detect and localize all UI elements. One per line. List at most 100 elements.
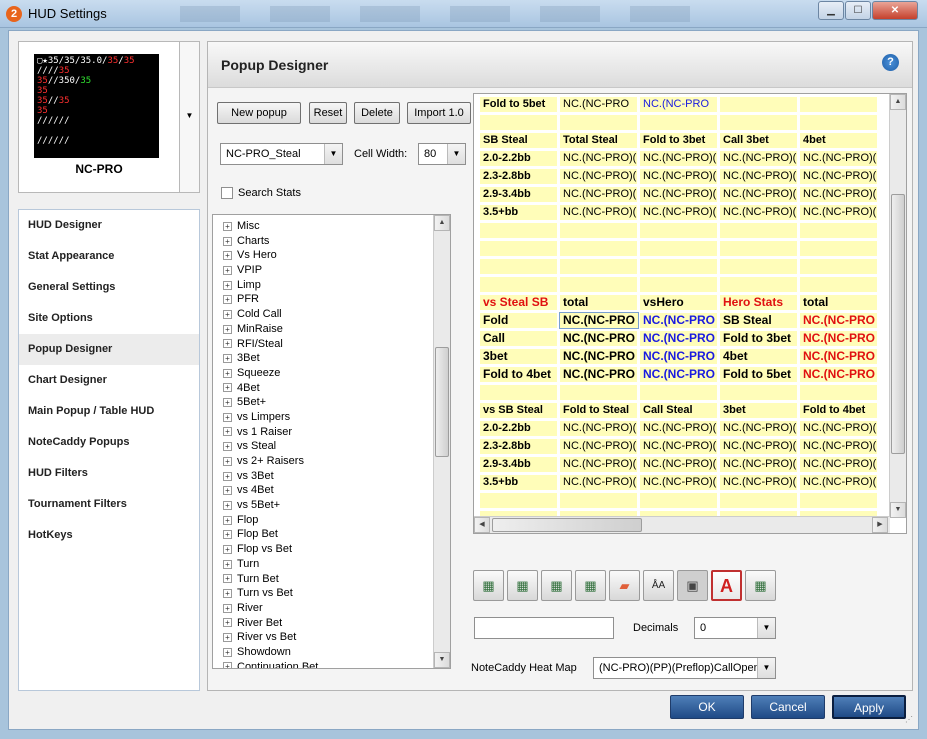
tree-node[interactable]: +4Bet [213,381,435,396]
grid-cell[interactable]: Call Steal [639,402,719,419]
tree-node[interactable]: + RFI/Steal [213,337,435,352]
expand-icon[interactable]: + [223,589,232,599]
grid-cell[interactable]: 4bet [719,348,799,365]
grid-cell[interactable] [799,492,879,509]
grid-cell[interactable] [639,114,719,131]
tree-vertical-scrollbar[interactable]: ▲ ▼ [433,215,450,668]
grid-cell[interactable] [799,114,879,131]
grid-cell[interactable]: 3bet [479,348,559,365]
insert-column-icon[interactable]: ▦ [541,570,572,601]
grid-cell[interactable]: NC.(NC-PRO)( [639,204,719,221]
grid-cell[interactable]: NC.(NC-PRO)( [799,168,879,185]
grid-cell[interactable]: NC.(NC-PRO [559,96,639,113]
grid-cell[interactable]: NC.(NC-PRO [799,312,879,329]
minimize-button[interactable]: ▁ [818,1,844,20]
grid-horizontal-scrollbar[interactable]: ◀ ▶ [474,516,890,533]
grid-vertical-scrollbar[interactable]: ▲ ▼ [889,94,906,518]
grid-cell[interactable]: 2.3-2.8bb [479,168,559,185]
grid-cell[interactable]: NC.(NC-PRO)( [559,186,639,203]
expand-icon[interactable]: + [223,486,232,496]
grid-cell[interactable]: total [559,294,639,311]
grid-cell[interactable]: NC.(NC-PRO)( [719,474,799,491]
hud-preview[interactable]: ▢★35/35/35.0/35/35////35 35//350/35 35 35//… [18,41,180,193]
grid-cell[interactable]: 3.5+bb [479,204,559,221]
grid-cell[interactable]: Fold to 3bet [639,132,719,149]
grid-cell[interactable]: Fold to 4bet [799,402,879,419]
grid-cell[interactable]: NC.(NC-PRO)( [559,438,639,455]
nav-item-popup-designer[interactable]: Popup Designer [19,334,199,365]
scroll-up-icon[interactable]: ▲ [434,215,450,231]
font-color-icon[interactable]: A [711,570,742,601]
grid-cell[interactable] [639,492,719,509]
grid-cell[interactable]: NC.(NC-PRO [639,330,719,347]
popup-select[interactable]: NC-PRO_Steal ▼ [220,143,343,165]
expand-icon[interactable]: + [223,500,232,510]
grid-cell[interactable]: total [799,294,879,311]
nav-item-hotkeys[interactable]: HotKeys [19,520,199,551]
tree-node[interactable]: + VPIP [213,263,435,278]
expand-icon[interactable]: + [223,309,232,319]
grid-cell[interactable]: NC.(NC-PRO [639,348,719,365]
grid-cell[interactable] [639,276,719,293]
expand-icon[interactable]: + [223,544,232,554]
expand-icon[interactable]: + [223,515,232,525]
expand-icon[interactable]: + [223,383,232,393]
expand-icon[interactable]: + [223,471,232,481]
nav-item-hud-filters[interactable]: HUD Filters [19,458,199,489]
grid-cell[interactable]: NC.(NC-PRO [639,312,719,329]
grid-cell[interactable]: NC.(NC-PRO)( [799,420,879,437]
grid-cell[interactable] [799,384,879,401]
grid-cell[interactable] [719,222,799,239]
grid-cell[interactable] [559,276,639,293]
expand-icon[interactable]: + [223,280,232,290]
grid-hscroll-thumb[interactable] [492,518,642,532]
grid-cell[interactable] [559,258,639,275]
expand-icon[interactable]: + [223,442,232,452]
grid-cell[interactable] [719,114,799,131]
grid-cell[interactable]: Fold to 5bet [479,96,559,113]
grid-cell[interactable]: NC.(NC-PRO [559,348,639,365]
tree-node[interactable]: + vs 1 Raiser [213,425,435,440]
grid-cell[interactable]: NC.(NC-PRO [799,348,879,365]
search-stats-checkbox[interactable] [221,187,233,199]
grid-cell[interactable]: NC.(NC-PRO)( [719,150,799,167]
grid-cell[interactable]: Fold [479,312,559,329]
grid-cell[interactable]: NC.(NC-PRO)( [799,186,879,203]
grid-cell[interactable]: Call 3bet [719,132,799,149]
tree-node[interactable]: + Charts [213,234,435,249]
grid-cell[interactable]: NC.(NC-PRO [559,312,639,329]
expand-icon[interactable]: + [223,633,232,643]
grid-cell[interactable]: vs Steal SB [479,294,559,311]
tree-node[interactable]: + Flop vs Bet [213,542,435,557]
grid-cell[interactable] [479,384,559,401]
tree-node[interactable]: + vs 2+ Raisers [213,454,435,469]
scroll-down-icon[interactable]: ▼ [890,502,906,518]
delete-button[interactable]: Delete [354,102,400,124]
tree-node[interactable]: + Limp [213,278,435,293]
grid-cell[interactable] [559,384,639,401]
expand-icon[interactable]: + [223,265,232,275]
grid-cell[interactable]: NC.(NC-PRO)( [639,474,719,491]
tree-node[interactable]: + Squeeze [213,366,435,381]
tree-node[interactable]: +3Bet [213,351,435,366]
delete-column-icon[interactable]: ▦ [575,570,606,601]
grid-cell[interactable]: NC.(NC-PRO [799,330,879,347]
expand-icon[interactable]: + [223,236,232,246]
grid-cell[interactable]: vsHero [639,294,719,311]
nav-item-stat-appearance[interactable]: Stat Appearance [19,241,199,272]
border-icon[interactable]: ▣ [677,570,708,601]
grid-cell[interactable]: Hero Stats [719,294,799,311]
grid-cell[interactable]: NC.(NC-PRO)( [639,438,719,455]
tree-node[interactable]: + Flop Bet [213,527,435,542]
delete-row-icon[interactable]: ▦ [507,570,538,601]
expand-icon[interactable]: + [223,398,232,408]
grid-cell[interactable] [719,258,799,275]
grid-cell[interactable]: 2.3-2.8bb [479,438,559,455]
grid-cell[interactable]: 2.0-2.2bb [479,150,559,167]
grid-cell[interactable] [799,276,879,293]
grid-cell[interactable] [799,222,879,239]
grid-cell[interactable]: NC.(NC-PRO)( [639,186,719,203]
grid-cell[interactable] [799,258,879,275]
tree-node[interactable]: + River Bet [213,616,435,631]
tree-scroll-thumb[interactable] [435,347,449,457]
